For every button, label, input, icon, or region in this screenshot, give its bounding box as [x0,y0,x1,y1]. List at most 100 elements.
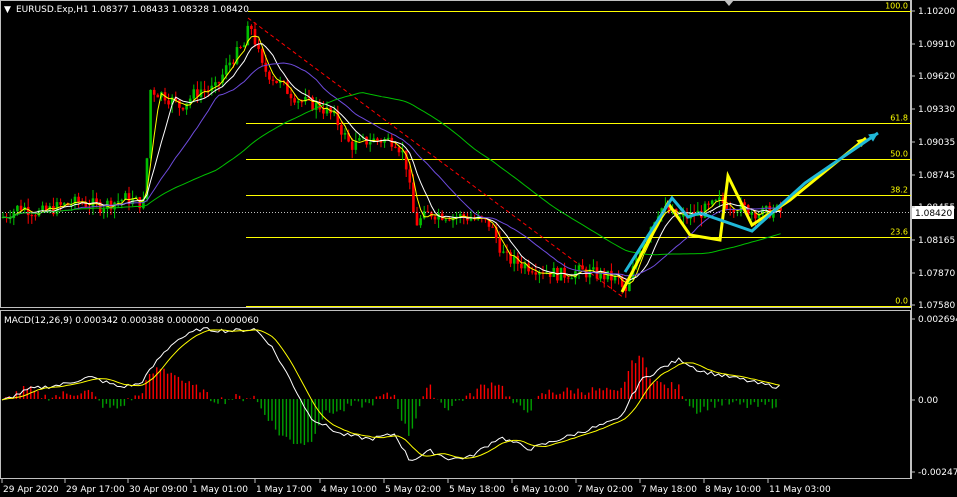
bear-candle [95,198,98,203]
main-chart-frame [0,0,911,308]
ma-long-line [2,92,781,256]
chart-shift-marker-icon[interactable] [724,0,734,6]
macd-tick-label: -0.002479 [918,468,957,478]
time-tick-label: 5 May 18:00 [449,485,505,495]
bear-candle [498,238,502,253]
time-tick-label: 29 Apr 2020 [3,485,59,495]
bull-candle [444,219,448,221]
bear-candle [350,141,354,150]
bull-candle [714,200,718,202]
bull-candle [73,196,77,205]
bear-candle [408,169,412,183]
bear-candle [505,251,509,253]
bear-candle [534,272,538,275]
price-tick-label: 1.09035 [918,138,955,148]
bear-candle [178,100,181,108]
macd-tick-label: 0.002694 [918,315,957,325]
bear-candle [271,79,275,81]
bear-candle [376,138,379,141]
fibonacci-retracement[interactable]: 100.0 61.8 50.0 38.2 23.6 0.0 [246,2,911,307]
macd-indicator [1,327,781,461]
macd-header: MACD(12,26,9) 0.000342 0.000388 0.000000… [4,316,259,326]
bear-candle [340,125,343,135]
fib-level-label: 38.2 [890,186,908,195]
macd-tick-label: 0.00 [918,396,938,406]
bear-candle [257,44,260,49]
price-tick-label: 1.09330 [918,105,955,115]
bear-candle [239,47,242,49]
bear-candle [59,202,62,205]
bull-candle [214,82,217,86]
arrow-cyan[interactable] [623,131,879,273]
price-tick-label: 1.07870 [918,269,955,279]
bear-candle [19,205,23,211]
macd-signal-line [1,329,780,459]
bear-candle [152,89,156,95]
bull-candle [116,201,120,203]
time-tick-label: 6 May 10:00 [513,485,569,495]
bull-candle [592,267,595,270]
bull-candle [228,62,232,66]
bear-candle [520,263,523,269]
downtrend-line[interactable] [247,17,625,299]
price-tick-label: 1.08165 [918,236,955,246]
bear-candle [30,215,34,217]
time-tick-label: 29 Apr 17:00 [66,485,125,495]
bear-candle [394,146,397,148]
dropdown-marker-icon[interactable]: ▼ [4,5,11,15]
time-tick-label: 5 May 02:00 [385,485,441,495]
fib-level-label: 61.8 [890,114,908,123]
bear-candle [264,62,268,72]
bull-candle [62,203,66,205]
bull-candle [358,138,361,141]
bear-candle [566,277,570,279]
time-tick-label: 11 May 03:00 [769,485,831,495]
price-axis[interactable]: 1.10200 1.09910 1.09620 1.09330 1.09035 1.087… [911,7,955,311]
macd-axis: 0.002694 0.00 -0.002479 [911,315,957,478]
fib-level-label: 50.0 [890,150,908,159]
bear-candle [433,216,437,220]
trading-chart[interactable]: 100.0 61.8 50.0 38.2 23.6 0.0 1.08420 ▼ EURUS… [0,0,957,497]
bull-candle [469,218,473,221]
time-tick-label: 4 May 10:00 [321,485,377,495]
bull-candle [502,251,505,253]
time-tick-label: 30 Apr 09:00 [129,485,188,495]
ma-mid-line [2,43,781,281]
bear-candle [563,267,566,278]
bear-candle [34,215,37,217]
time-tick-label: 8 May 10:00 [705,485,761,495]
bull-candle [386,137,390,140]
bear-candle [415,212,419,226]
bear-candle [156,94,160,98]
chart-canvas[interactable]: 100.061.850.038.223.60.0 1.08420 ▼ EURUS… [0,0,957,497]
time-tick-label: 7 May 02:00 [577,485,633,495]
fib-level-label: 23.6 [890,228,908,237]
bull-candle [16,205,19,212]
bear-candle [260,48,264,63]
bull-candle [242,45,246,48]
bear-candle [300,101,304,103]
price-tick-label: 1.09620 [918,72,955,82]
bull-candle [120,199,124,202]
bull-candle [559,267,563,281]
bear-candle [530,271,534,273]
bull-candle [149,89,152,159]
bull-candle [296,101,300,103]
bear-candle [293,98,296,103]
bull-candle [343,133,347,135]
time-tick-label: 1 May 17:00 [256,485,312,495]
price-tick-label: 1.10200 [918,7,955,17]
time-axis: 29 Apr 2020 29 Apr 17:00 30 Apr 09:00 1 May… [1,479,831,495]
price-tick-label: 1.07580 [918,301,955,311]
bear-candle [322,109,325,114]
bull-candle [718,197,721,201]
bear-candle [275,80,278,84]
bear-candle [181,107,185,110]
bear-candle [203,89,206,91]
bear-candle [707,203,710,205]
bear-candle [289,93,293,99]
bull-candle [570,278,574,280]
symbol-header: EURUSD.Exp,H1 1.08377 1.08433 1.08328 1.… [16,5,249,15]
price-tick-label: 1.08745 [918,171,955,181]
bear-candle [268,71,271,80]
